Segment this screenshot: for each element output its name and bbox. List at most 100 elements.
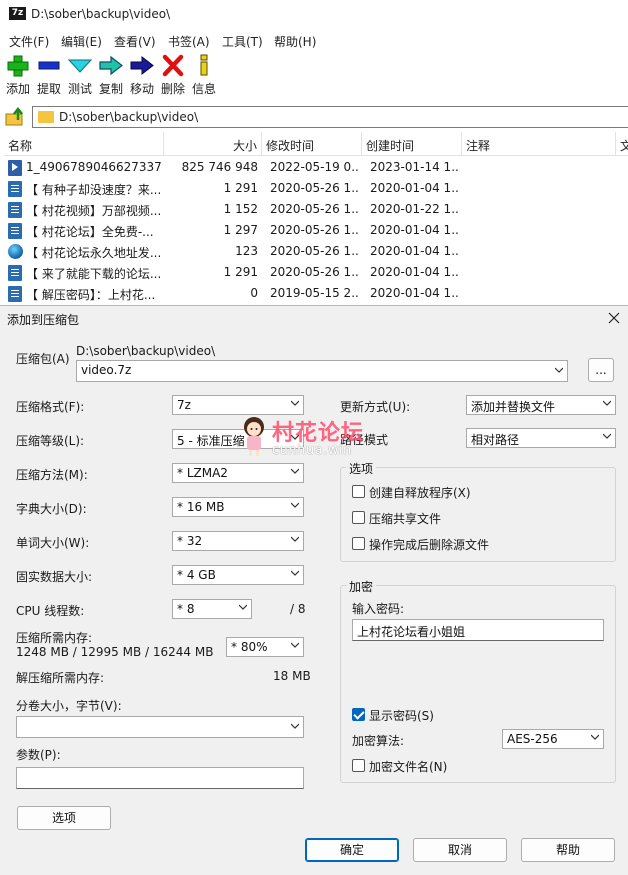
menu-tools[interactable]: 工具(T) <box>222 33 263 50</box>
decompress-memory-label: 解压缩所需内存: <box>16 671 105 685</box>
menu-edit[interactable]: 编辑(E) <box>61 33 102 50</box>
window-title: D:\sober\backup\video\ <box>31 7 171 21</box>
sfx-label: 创建自释放程序(X) <box>369 486 471 500</box>
address-text: D:\sober\backup\video\ <box>59 110 199 124</box>
cell-size: 1 291 <box>223 265 258 279</box>
method-select[interactable]: * LZMA2 <box>172 463 304 483</box>
decompress-memory-value: 18 MB <box>273 669 311 683</box>
path-mode-select[interactable]: 相对路径 <box>466 428 616 448</box>
app-icon: 7z <box>9 7 26 20</box>
encryption-method-label: 加密算法: <box>352 734 405 748</box>
column-extra[interactable]: 文 <box>616 132 628 156</box>
encryption-method-select[interactable]: AES-256 <box>502 729 604 749</box>
chevron-down-icon <box>291 400 299 406</box>
folder-up-icon[interactable] <box>4 106 28 128</box>
volume-size-label: 分卷大小，字节(V): <box>16 699 122 713</box>
column-comment[interactable]: 注释 <box>462 132 616 156</box>
encryption-group-title: 加密 <box>346 578 377 595</box>
info-button[interactable]: 信息 <box>188 52 220 98</box>
cell-size: 0 <box>250 286 258 300</box>
table-row[interactable]: 1_4906789046627337... 825 746 948 2022-05-… <box>0 158 628 179</box>
solid-size-label: 固实数据大小: <box>16 570 93 584</box>
dictionary-value: * 16 MB <box>177 500 225 514</box>
menu-view[interactable]: 查看(V) <box>114 33 156 50</box>
archive-name-combo[interactable]: video.7z <box>76 360 568 382</box>
cpu-threads-max: / 8 <box>290 602 306 616</box>
chevron-down-icon <box>291 536 299 542</box>
menu-bookmarks[interactable]: 书签(A) <box>168 33 210 50</box>
path-mode-value: 相对路径 <box>471 433 520 447</box>
column-modified[interactable]: 修改时间 <box>262 132 362 156</box>
cell-name: 【 解压密码】：上村花... <box>26 288 156 302</box>
globe-icon <box>8 244 23 259</box>
update-mode-select[interactable]: 添加并替换文件 <box>466 395 616 415</box>
options-button[interactable]: 选项 <box>17 806 111 830</box>
chevron-down-icon <box>555 367 563 373</box>
cpu-threads-select[interactable]: * 8 <box>172 599 252 619</box>
delete-after-label: 操作完成后删除源文件 <box>369 538 490 552</box>
dictionary-select[interactable]: * 16 MB <box>172 497 304 517</box>
close-icon[interactable] <box>604 308 624 328</box>
volume-size-combo[interactable] <box>16 716 304 738</box>
cell-created: 2023-01-14 1... <box>370 160 460 174</box>
memory-values: 1248 MB / 12995 MB / 16244 MB <box>16 645 214 659</box>
parameters-input[interactable] <box>16 767 304 789</box>
word-size-value: * 32 <box>177 534 203 548</box>
solid-size-select[interactable]: * 4 GB <box>172 565 304 585</box>
mascot-girl-icon <box>244 417 264 456</box>
archive-name-value: video.7z <box>81 363 132 377</box>
ok-button[interactable]: 确定 <box>305 838 399 862</box>
table-row[interactable]: 【 来了就能下载的论坛... 1 291 2020-05-26 1... 2020-0… <box>0 263 628 284</box>
format-value: 7z <box>177 398 191 412</box>
table-row[interactable]: 【 有种子却没速度？来... 1 291 2020-05-26 1... 2020-0… <box>0 179 628 200</box>
file-list: 名称 大小 修改时间 创建时间 注释 文 1_4906789046627337.… <box>0 132 628 308</box>
address-input[interactable]: D:\sober\backup\video\ <box>32 106 628 128</box>
method-value: * LZMA2 <box>177 466 228 480</box>
cell-created: 2020-01-04 1... <box>370 265 460 279</box>
cell-name: 【 村花论坛永久地址发... <box>26 246 162 260</box>
shared-files-checkbox[interactable] <box>352 511 365 524</box>
cancel-button[interactable]: 取消 <box>413 838 507 862</box>
move-arrow-icon <box>130 55 154 76</box>
word-size-select[interactable]: * 32 <box>172 531 304 551</box>
options-group-title: 选项 <box>346 460 377 477</box>
copy-arrow-icon <box>99 55 123 76</box>
cell-modified: 2020-05-26 1... <box>270 244 358 258</box>
delete-x-icon <box>162 54 184 77</box>
chevron-down-icon <box>291 642 299 648</box>
info-label: 信息 <box>191 82 216 96</box>
sfx-checkbox[interactable] <box>352 485 365 498</box>
memory-percent-value: * 80% <box>231 640 268 654</box>
cell-modified: 2020-05-26 1... <box>270 265 358 279</box>
parameters-label: 参数(P): <box>16 748 61 762</box>
table-row[interactable]: 【 解压密码】：上村花... 0 2019-05-15 2... 2020-01-04… <box>0 284 628 305</box>
column-size[interactable]: 大小 <box>164 132 262 156</box>
cell-name: 【 来了就能下载的论坛... <box>26 267 162 281</box>
table-row[interactable]: 【 村花论坛永久地址发... 123 2020-05-26 1... 2020-01-… <box>0 242 628 263</box>
encrypt-names-checkbox[interactable] <box>352 759 365 772</box>
cell-modified: 2020-05-26 1... <box>270 223 358 237</box>
menu-help[interactable]: 帮助(H) <box>274 33 316 50</box>
password-input[interactable]: 上村花论坛看小姐姐 <box>352 619 604 641</box>
show-password-checkbox[interactable] <box>352 708 365 721</box>
format-select[interactable]: 7z <box>172 395 304 415</box>
check-arrow-icon <box>67 59 93 73</box>
delete-after-checkbox[interactable] <box>352 537 365 550</box>
cell-created: 2020-01-22 1... <box>370 202 460 216</box>
text-file-icon <box>8 223 22 239</box>
title-bar: 7z D:\sober\backup\video\ <box>0 0 628 28</box>
column-name[interactable]: 名称 <box>4 132 164 156</box>
encrypt-names-label: 加密文件名(N) <box>369 760 448 774</box>
info-icon <box>200 54 208 76</box>
memory-percent-select[interactable]: * 80% <box>226 637 304 657</box>
menu-file[interactable]: 文件(F) <box>9 33 49 50</box>
help-button[interactable]: 帮助 <box>521 838 615 862</box>
table-row[interactable]: 【 村花论坛】全免费-... 1 297 2020-05-26 1... 2020-0… <box>0 221 628 242</box>
browse-button[interactable]: ... <box>588 358 614 382</box>
password-label: 输入密码: <box>352 602 405 616</box>
memory-label: 压缩所需内存: <box>16 631 93 645</box>
chevron-down-icon <box>291 502 299 508</box>
column-created[interactable]: 创建时间 <box>362 132 462 156</box>
table-row[interactable]: 【 村花视频】万部视频... 1 152 2020-05-26 1... 2020-0… <box>0 200 628 221</box>
cell-name: 1_4906789046627337... <box>26 160 162 174</box>
